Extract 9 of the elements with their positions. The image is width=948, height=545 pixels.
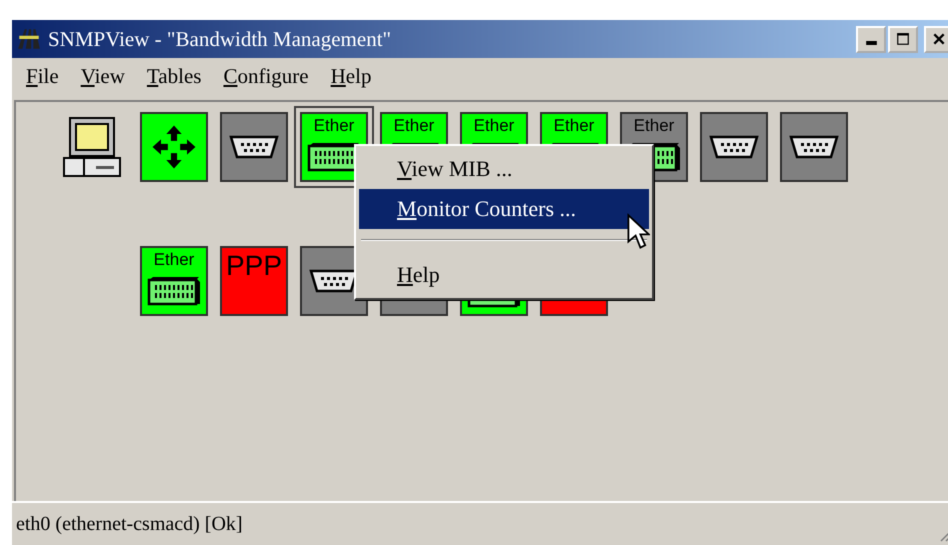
status-text: eth0 (ethernet-csmacd) [Ok] [16,512,243,536]
tile-label: Ether [154,250,194,270]
window-title: SNMPView - "Bandwidth Management" [48,26,392,52]
tile-label: Ether [554,116,594,136]
tile-label: Ether [474,116,514,136]
tile-label: Ether [394,116,434,136]
tile-label: PPP [226,250,282,282]
tile-label: Ether [314,116,354,136]
tile-label: Ether [634,116,674,136]
